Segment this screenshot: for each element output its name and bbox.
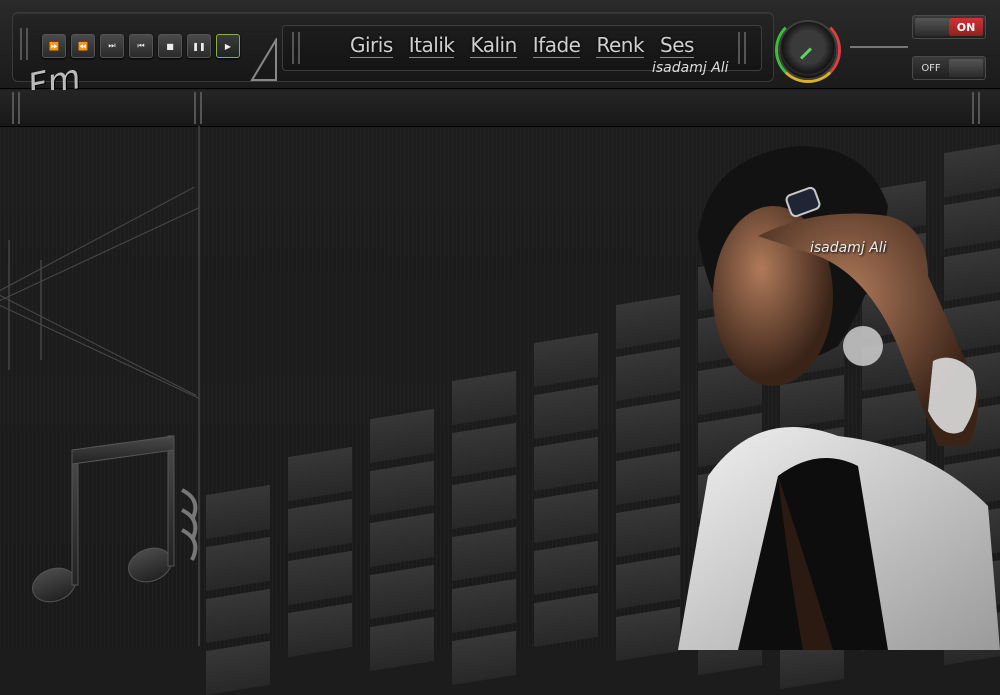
equalizer-block bbox=[288, 602, 352, 658]
switch-knob bbox=[949, 59, 983, 77]
secbar-grip-mid bbox=[194, 92, 202, 124]
stop-button[interactable]: ■ bbox=[158, 34, 182, 58]
menu-item-ifade[interactable]: Ifade bbox=[532, 33, 581, 58]
fast-forward-button[interactable]: ⏩ bbox=[42, 34, 66, 58]
equalizer-block bbox=[206, 588, 270, 644]
equalizer-block bbox=[534, 384, 598, 440]
on-label: ON bbox=[949, 18, 983, 36]
equalizer-block bbox=[288, 498, 352, 554]
author-signature: isadamj Ali bbox=[652, 60, 729, 76]
left-grip[interactable] bbox=[20, 28, 28, 60]
secbar-grip-left bbox=[12, 92, 20, 124]
photo-watermark: isadamj Ali bbox=[810, 240, 887, 256]
left-rail bbox=[8, 240, 10, 370]
menu-item-italik[interactable]: Italik bbox=[408, 33, 455, 58]
secbar-grip-right bbox=[972, 92, 980, 124]
rewind-button[interactable]: ⏪ bbox=[71, 34, 95, 58]
equalizer-block bbox=[288, 550, 352, 606]
equalizer-block bbox=[534, 436, 598, 492]
menu-grip-left bbox=[292, 32, 300, 64]
top-toolbar: ⏩ ⏪ ⏭ ⏮ ■ ❚❚ ▶ Giris Italik Kalin Ifade … bbox=[0, 0, 1000, 89]
music-note-icon bbox=[32, 435, 198, 603]
equalizer-block bbox=[452, 578, 516, 634]
secondary-bar bbox=[0, 90, 1000, 127]
transport-controls: ⏩ ⏪ ⏭ ⏮ ■ ❚❚ ▶ bbox=[42, 34, 240, 58]
equalizer-block bbox=[534, 540, 598, 596]
menu-item-ses[interactable]: Ses bbox=[660, 33, 694, 58]
power-off-switch[interactable]: OFF bbox=[912, 56, 986, 80]
singer-photo bbox=[678, 146, 1000, 650]
menu-items: Giris Italik Kalin Ifade Renk Ses bbox=[350, 33, 694, 58]
switch-knob bbox=[915, 18, 949, 36]
equalizer-block bbox=[370, 408, 434, 464]
previous-track-button[interactable]: ⏮ bbox=[129, 34, 153, 58]
equalizer-block bbox=[206, 640, 270, 695]
equalizer-block bbox=[370, 460, 434, 516]
next-track-button[interactable]: ⏭ bbox=[100, 34, 124, 58]
volume-triangle-icon bbox=[250, 38, 277, 81]
menu-item-giris[interactable]: Giris bbox=[350, 33, 393, 58]
equalizer-block bbox=[452, 526, 516, 582]
pause-button[interactable]: ❚❚ bbox=[187, 34, 211, 58]
equalizer-block bbox=[534, 332, 598, 388]
equalizer-block bbox=[452, 422, 516, 478]
off-label: OFF bbox=[921, 62, 941, 74]
equalizer-block bbox=[206, 536, 270, 592]
left-rail-2 bbox=[40, 260, 42, 360]
menu-grip-right bbox=[738, 32, 746, 64]
play-button[interactable]: ▶ bbox=[216, 34, 240, 58]
equalizer-block bbox=[452, 474, 516, 530]
balance-slider[interactable] bbox=[850, 46, 908, 48]
equalizer-block bbox=[370, 512, 434, 568]
equalizer-block bbox=[452, 630, 516, 686]
menu-item-kalin[interactable]: Kalin bbox=[470, 33, 517, 58]
equalizer-block bbox=[452, 370, 516, 426]
power-on-switch[interactable]: ON bbox=[912, 15, 986, 39]
equalizer-block bbox=[534, 592, 598, 648]
equalizer-block bbox=[370, 616, 434, 672]
equalizer-block bbox=[534, 488, 598, 544]
menu-item-renk[interactable]: Renk bbox=[596, 33, 645, 58]
equalizer-block bbox=[288, 446, 352, 502]
equalizer-block bbox=[206, 484, 270, 540]
equalizer-block bbox=[370, 564, 434, 620]
